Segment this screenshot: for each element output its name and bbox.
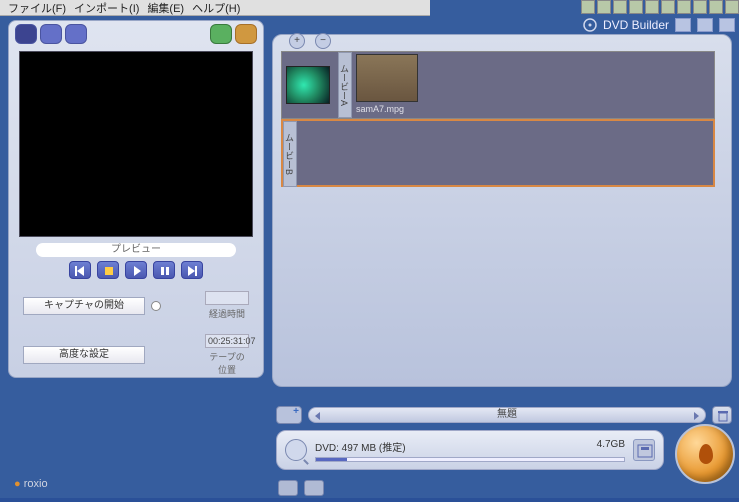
disc-status-row: DVD: 497 MB (推定) 4.7GB	[276, 430, 664, 470]
clip-filename: samA7.mpg	[356, 104, 404, 114]
stop-button[interactable]	[97, 261, 119, 279]
left-panel: プレビュー キャプチャの開始 経過時間 高度な設定 00:25:31:07 テー…	[8, 20, 264, 378]
menu-navigation-row: 無題	[276, 404, 732, 426]
menu-title-display[interactable]: 無題	[308, 407, 706, 423]
menu-edit[interactable]: 編集(E)	[147, 0, 184, 16]
preview-label: プレビュー	[36, 243, 236, 257]
track-a-tab[interactable]: ムービーA	[338, 52, 352, 118]
preview-monitor	[19, 51, 253, 237]
tool-icon-1[interactable]	[278, 480, 298, 496]
output-settings-button[interactable]	[633, 439, 655, 461]
source-music-button[interactable]	[65, 24, 87, 44]
clip-thumbnail[interactable]	[356, 54, 418, 102]
prev-button[interactable]	[69, 261, 91, 279]
disc-usage-text: DVD: 497 MB (推定)	[315, 439, 406, 454]
source-toolbar	[9, 21, 263, 47]
task-icon	[709, 0, 723, 14]
task-icon	[677, 0, 691, 14]
track-preview-thumb	[286, 66, 330, 104]
task-icon	[581, 0, 595, 14]
delete-button[interactable]	[712, 406, 732, 424]
transport-controls	[9, 261, 263, 279]
start-capture-button[interactable]: キャプチャの開始	[23, 297, 145, 315]
elapsed-time-box	[205, 291, 249, 305]
disc-zoom-icon[interactable]	[285, 439, 307, 461]
bottom-tool-icons	[278, 480, 324, 496]
zoom-out-button[interactable]: −	[315, 33, 331, 49]
taskbar-bottom	[0, 498, 739, 502]
task-icon	[629, 0, 643, 14]
disc-icon	[583, 18, 597, 32]
tool-icon-2[interactable]	[304, 480, 324, 496]
close-button[interactable]	[719, 18, 735, 32]
disc-usage-bar	[315, 457, 625, 462]
menu-bar: ファイル(F) インポート(I) 編集(E) ヘルプ(H)	[0, 0, 430, 16]
external-taskbar	[581, 0, 739, 15]
task-icon	[661, 0, 675, 14]
task-icon	[597, 0, 611, 14]
source-folder-button[interactable]	[40, 24, 62, 44]
disc-button[interactable]	[235, 24, 257, 44]
elapsed-time-label: 経過時間	[205, 307, 249, 320]
capture-section: キャプチャの開始 経過時間 高度な設定 00:25:31:07 テープの位置	[9, 291, 263, 376]
menu-import[interactable]: インポート(I)	[74, 0, 139, 16]
advanced-settings-button[interactable]: 高度な設定	[23, 346, 145, 364]
task-icon	[613, 0, 627, 14]
pause-button[interactable]	[153, 261, 175, 279]
timeline-panel: + − ムービーA samA7.mpg ムービーB	[272, 34, 732, 387]
app-title: DVD Builder	[603, 18, 669, 32]
task-icon	[645, 0, 659, 14]
track-b-tab[interactable]: ムービーB	[283, 121, 297, 187]
task-icon	[693, 0, 707, 14]
play-button[interactable]	[125, 261, 147, 279]
disc-capacity-text: 4.7GB	[597, 439, 625, 454]
movie-track-b[interactable]: ムービーB	[281, 119, 715, 187]
add-menu-button[interactable]	[276, 406, 302, 424]
burn-button[interactable]	[675, 424, 735, 484]
minimize-button[interactable]	[675, 18, 691, 32]
tape-position-label: テープの位置	[205, 350, 249, 376]
brand-logo: ● roxio	[14, 478, 48, 490]
window-titlebar: DVD Builder	[583, 16, 735, 34]
menu-file[interactable]: ファイル(F)	[8, 0, 66, 16]
tape-position-box: 00:25:31:07	[205, 334, 249, 348]
source-camera-button[interactable]	[15, 24, 37, 44]
movie-track-a[interactable]: ムービーA samA7.mpg	[281, 51, 715, 119]
maximize-button[interactable]	[697, 18, 713, 32]
next-button[interactable]	[181, 261, 203, 279]
effect-button[interactable]	[210, 24, 232, 44]
zoom-in-button[interactable]: +	[289, 33, 305, 49]
task-icon	[725, 0, 739, 14]
menu-help[interactable]: ヘルプ(H)	[192, 0, 240, 16]
capture-radio[interactable]	[151, 301, 161, 311]
